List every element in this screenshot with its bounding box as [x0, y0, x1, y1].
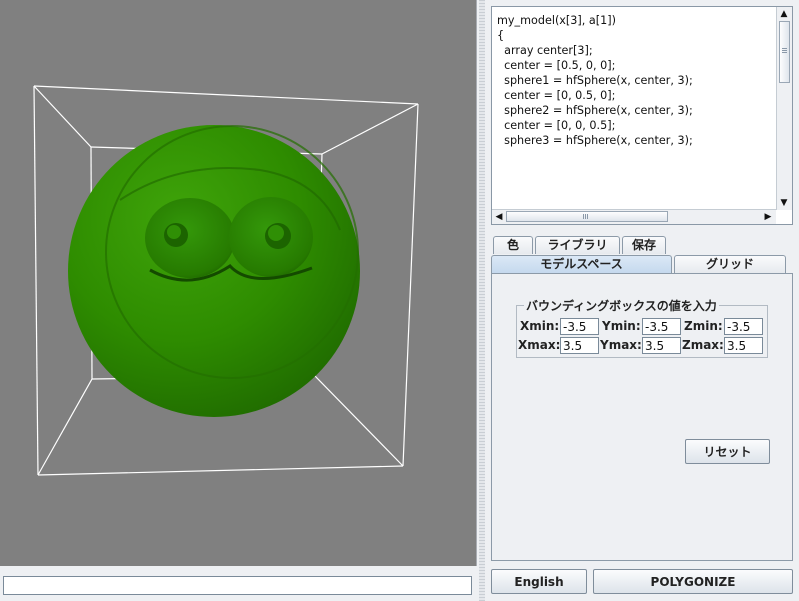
xmax-label: Xmax:	[518, 338, 561, 352]
polygonize-button[interactable]: POLYGONIZE	[593, 569, 793, 594]
code-line: sphere2 = hfSphere(x, center, 3);	[497, 104, 693, 117]
scroll-right-icon[interactable]: ▶	[762, 211, 774, 223]
code-line: array center[3];	[497, 44, 593, 57]
code-line: center = [0, 0, 0.5];	[497, 119, 616, 132]
zmin-label: Zmin:	[684, 319, 723, 333]
code-line: sphere3 = hfSphere(x, center, 3);	[497, 134, 693, 147]
xmin-label: Xmin:	[520, 319, 560, 333]
language-button[interactable]: English	[491, 569, 587, 594]
model-space-panel: バウンディングボックスの値を入力 Xmin: Ymin: Zmin: Xmax:…	[491, 273, 793, 561]
zmin-field[interactable]	[724, 318, 763, 335]
zmax-field[interactable]	[724, 337, 763, 354]
horizontal-scroll-thumb[interactable]	[506, 211, 668, 222]
ymax-label: Ymax:	[600, 338, 642, 352]
vertical-scroll-thumb[interactable]	[779, 21, 790, 83]
tab-library[interactable]: ライブラリ	[535, 236, 620, 254]
model-render[interactable]	[0, 0, 476, 566]
code-line: my_model(x[3], a[1])	[497, 14, 616, 27]
bounding-box-group-title: バウンディングボックスの値を入力	[524, 297, 719, 314]
horizontal-scrollbar[interactable]: ◀ ▶	[492, 209, 776, 224]
scroll-left-icon[interactable]: ◀	[493, 211, 505, 223]
vertical-scrollbar[interactable]: ▲ ▼	[776, 7, 792, 210]
code-line: center = [0, 0.5, 0];	[497, 89, 616, 102]
bounding-box-group: バウンディングボックスの値を入力 Xmin: Ymin: Zmin: Xmax:…	[516, 297, 768, 358]
split-pane-divider[interactable]	[479, 0, 485, 601]
xmin-field[interactable]	[560, 318, 599, 335]
command-input[interactable]	[3, 576, 472, 595]
tab-model-space[interactable]: モデルスペース	[491, 255, 672, 273]
tab-grid[interactable]: グリッド	[674, 255, 786, 273]
code-editor[interactable]: my_model(x[3], a[1]) { array center[3]; c…	[491, 6, 793, 225]
code-text[interactable]: my_model(x[3], a[1]) { array center[3]; c…	[492, 7, 776, 210]
3d-viewport[interactable]	[0, 0, 477, 566]
ymin-field[interactable]	[642, 318, 681, 335]
zmax-label: Zmax:	[682, 338, 724, 352]
green-sphere-model	[68, 125, 360, 417]
scroll-up-icon[interactable]: ▲	[778, 8, 790, 20]
ymax-field[interactable]	[642, 337, 681, 354]
ymin-label: Ymin:	[602, 319, 641, 333]
code-line: sphere1 = hfSphere(x, center, 3);	[497, 74, 693, 87]
reset-button[interactable]: リセット	[685, 439, 770, 464]
scroll-down-icon[interactable]: ▼	[778, 197, 790, 209]
tab-save[interactable]: 保存	[622, 236, 666, 254]
code-line: {	[497, 29, 505, 42]
tab-color[interactable]: 色	[493, 236, 533, 254]
code-line: center = [0.5, 0, 0];	[497, 59, 616, 72]
xmax-field[interactable]	[560, 337, 599, 354]
